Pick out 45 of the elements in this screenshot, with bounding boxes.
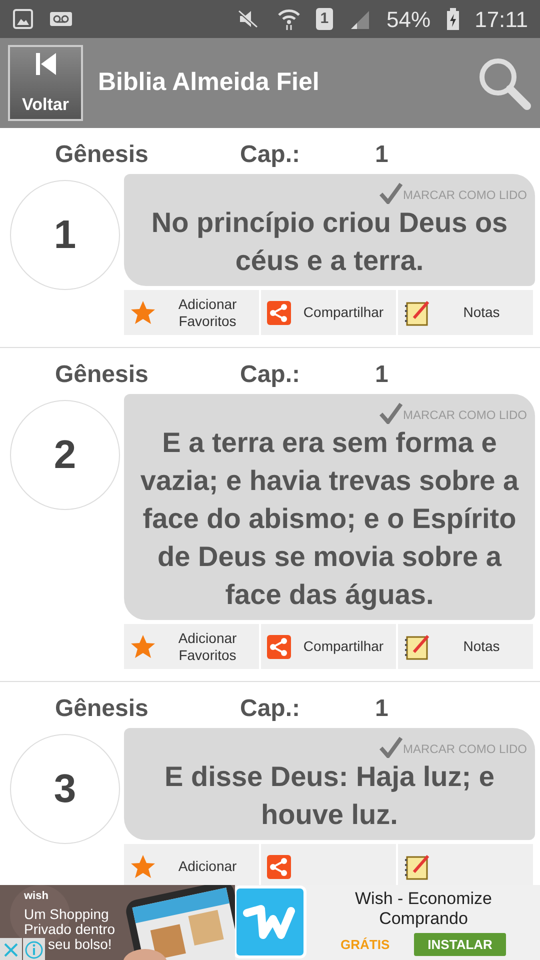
chapter-number: 1	[375, 360, 388, 390]
sim-indicator: 1	[316, 8, 333, 30]
close-icon[interactable]	[4, 942, 18, 957]
chapter-number: 1	[375, 694, 388, 724]
ad-tagline: Um Shopping	[24, 907, 110, 922]
checkmark-icon[interactable]	[378, 402, 403, 424]
star-icon	[130, 634, 156, 660]
share-icon	[267, 634, 291, 658]
back-button[interactable]: Voltar	[8, 45, 83, 121]
verse-text: E a terra era sem forma e vazia; e havia trevas sobre a face do abismo; e o Espírito de Deus se movia sobre a face das águas.	[139, 426, 520, 612]
ad-title: Wish - Economize Comprando	[354, 888, 493, 929]
ad-tagline: seu bolso!	[48, 937, 112, 952]
notepad-icon	[404, 854, 430, 880]
skip-back-icon	[36, 53, 56, 75]
price-label: GRÁTIS	[340, 936, 390, 954]
share-icon	[267, 300, 291, 324]
book-name: Gênesis	[54, 140, 150, 170]
verse-text: E disse Deus: Haja luz; e houve luz.	[164, 760, 496, 832]
chapter-label: Cap.:	[240, 694, 301, 724]
book-name: Gênesis	[54, 694, 150, 724]
checkmark-icon[interactable]	[378, 182, 403, 204]
verse-number: 1	[10, 180, 120, 290]
wifi-icon	[278, 8, 300, 30]
image-icon	[12, 8, 34, 30]
checkmark-icon[interactable]	[378, 736, 403, 758]
ad-brand: wish	[24, 889, 48, 904]
verse-number: 3	[10, 734, 120, 844]
battery-percentage: 54%	[386, 6, 431, 34]
app-title: Biblia Almeida Fiel	[98, 67, 320, 98]
book-name: Gênesis	[54, 360, 150, 390]
notepad-icon	[404, 300, 430, 326]
ad-tagline: Privado dentro	[24, 922, 116, 937]
battery-icon	[446, 8, 459, 30]
status-time: 17:11	[474, 6, 528, 34]
star-icon	[130, 854, 156, 880]
notepad-icon	[404, 634, 430, 660]
verse-number: 2	[10, 400, 120, 510]
info-icon[interactable]	[25, 940, 43, 959]
voicemail-icon	[50, 11, 72, 27]
chapter-number: 1	[375, 140, 388, 170]
star-icon	[130, 300, 156, 326]
chapter-label: Cap.:	[240, 140, 301, 170]
verse-text: No princípio criou Deus os céus e a terra.	[150, 206, 509, 278]
share-icon	[267, 854, 291, 878]
chapter-label: Cap.:	[240, 360, 301, 390]
